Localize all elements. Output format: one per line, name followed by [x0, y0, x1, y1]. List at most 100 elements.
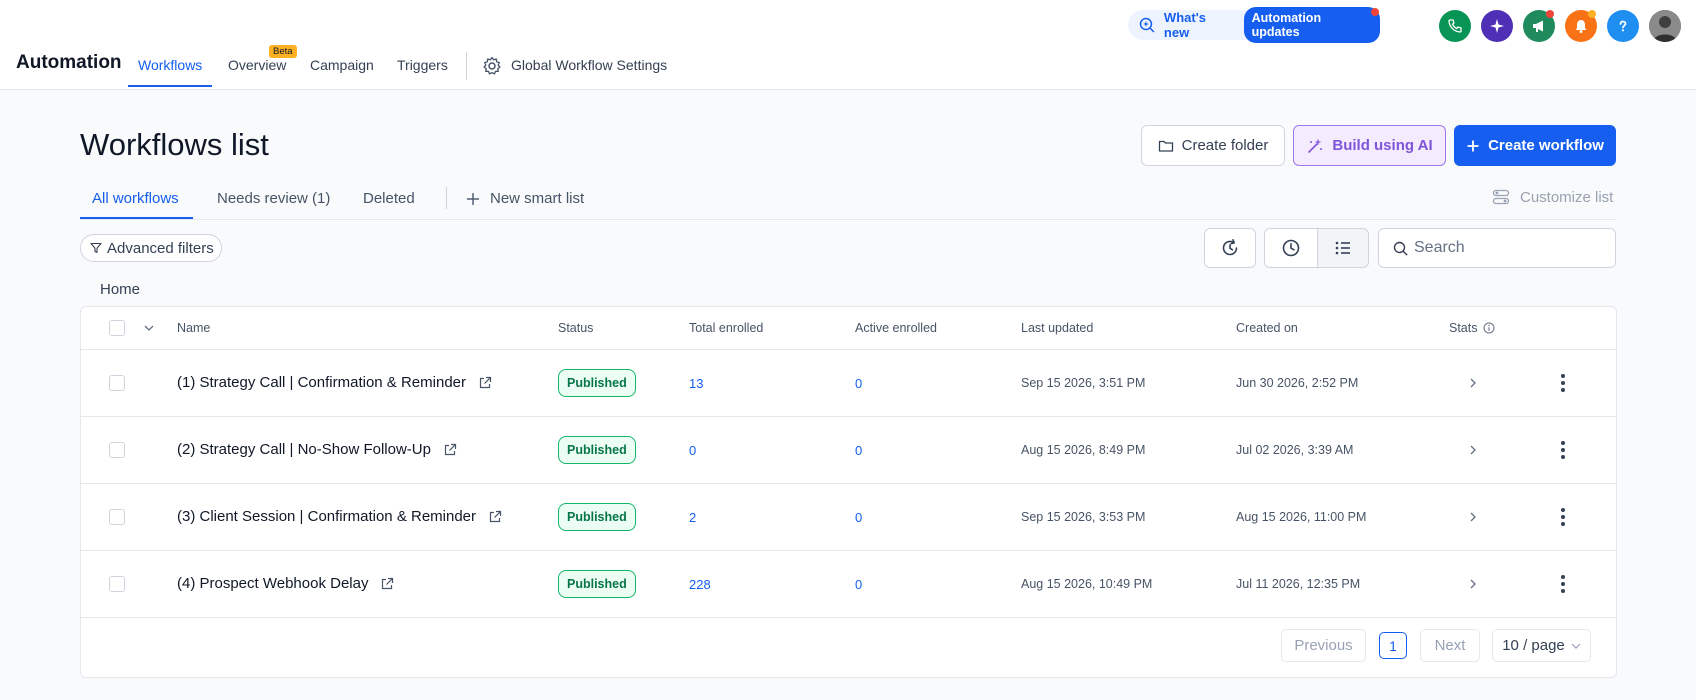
select-all-checkbox[interactable]: [109, 320, 125, 336]
tab-campaign[interactable]: Campaign: [310, 57, 374, 73]
external-link-icon[interactable]: [478, 376, 492, 390]
total-enrolled-link[interactable]: 2: [689, 510, 696, 525]
new-smart-list-button[interactable]: New smart list: [466, 190, 584, 207]
total-enrolled-link[interactable]: 0: [689, 443, 696, 458]
previous-page-button[interactable]: Previous: [1281, 629, 1366, 662]
customize-list-label: Customize list: [1520, 188, 1614, 206]
settings-gear[interactable]: [482, 56, 502, 76]
created-on: Jul 11 2026, 12:35 PM: [1236, 577, 1361, 591]
active-enrolled-link[interactable]: 0: [855, 577, 862, 592]
row-checkbox[interactable]: [109, 509, 125, 525]
table-row[interactable]: (4) Prospect Webhook Delay Published 228…: [81, 551, 1616, 618]
workflow-name-link[interactable]: (2) Strategy Call | No-Show Follow-Up: [177, 441, 457, 458]
created-on: Aug 15 2026, 11:00 PM: [1236, 510, 1367, 524]
whats-new-label[interactable]: What's new: [1164, 10, 1235, 40]
customize-list-button[interactable]: Customize list: [1492, 188, 1613, 206]
help-button[interactable]: [1607, 10, 1639, 42]
next-page-button[interactable]: Next: [1420, 629, 1480, 662]
tab-deleted[interactable]: Deleted: [363, 190, 415, 207]
workflow-name-link[interactable]: (3) Client Session | Confirmation & Remi…: [177, 508, 502, 525]
bulk-select-dropdown[interactable]: [144, 324, 154, 332]
tab-triggers[interactable]: Triggers: [397, 57, 448, 73]
column-stats-label: Stats: [1449, 321, 1478, 335]
row-menu-icon[interactable]: [1561, 508, 1565, 526]
search-input[interactable]: [1414, 239, 1604, 257]
stats-expand[interactable]: [1469, 578, 1477, 590]
advanced-filters-label: Advanced filters: [107, 239, 214, 257]
user-avatar-icon: [1649, 10, 1681, 42]
phone-icon: [1448, 19, 1462, 33]
create-workflow-label: Create workflow: [1488, 137, 1604, 154]
status-badge: Published: [558, 503, 636, 531]
external-link-icon[interactable]: [380, 577, 394, 591]
active-enrolled-link[interactable]: 0: [855, 376, 862, 391]
stats-expand[interactable]: [1469, 511, 1477, 523]
info-icon[interactable]: [1483, 322, 1495, 334]
recent-view-button[interactable]: [1264, 228, 1318, 268]
stats-expand[interactable]: [1469, 444, 1477, 456]
table-row[interactable]: (3) Client Session | Confirmation & Remi…: [81, 484, 1616, 551]
top-bar: What's new Automation updates Automation…: [0, 0, 1696, 90]
tab-all-workflows[interactable]: All workflows: [92, 190, 179, 207]
create-workflow-button[interactable]: Create workflow: [1454, 125, 1616, 166]
column-stats[interactable]: Stats: [1449, 321, 1495, 335]
total-enrolled-link[interactable]: 13: [689, 376, 703, 391]
search-box[interactable]: [1378, 228, 1616, 268]
created-on: Jun 30 2026, 2:52 PM: [1236, 376, 1359, 390]
breadcrumb-home[interactable]: Home: [100, 281, 140, 298]
column-status[interactable]: Status: [558, 321, 593, 335]
row-checkbox[interactable]: [109, 442, 125, 458]
stats-expand[interactable]: [1469, 377, 1477, 389]
tab-workflows[interactable]: Workflows: [138, 57, 202, 73]
last-updated: Aug 15 2026, 8:49 PM: [1021, 443, 1146, 457]
page-number-button[interactable]: 1: [1379, 632, 1407, 659]
plus-icon: [467, 192, 479, 205]
automation-updates-pill[interactable]: Automation updates: [1243, 7, 1380, 43]
announcement-dot: [1546, 10, 1554, 18]
page-size-select[interactable]: 10 / page: [1492, 629, 1591, 662]
column-created-on[interactable]: Created on: [1236, 321, 1298, 335]
chevron-right-icon: [1470, 512, 1476, 522]
total-enrolled-link[interactable]: 228: [689, 577, 711, 592]
search-icon: [1393, 241, 1408, 256]
tab-needs-review[interactable]: Needs review (1): [217, 190, 330, 207]
row-checkbox[interactable]: [109, 375, 125, 391]
workflow-name[interactable]: (2) Strategy Call | No-Show Follow-Up: [177, 441, 431, 458]
build-using-ai-button[interactable]: Build using AI: [1293, 125, 1446, 166]
gear-icon: [483, 56, 501, 75]
external-link-icon[interactable]: [488, 510, 502, 524]
avatar[interactable]: [1649, 10, 1681, 42]
megaphone-icon: [1533, 20, 1543, 32]
column-last-updated[interactable]: Last updated: [1021, 321, 1093, 335]
workflow-name[interactable]: (1) Strategy Call | Confirmation & Remin…: [177, 374, 466, 391]
row-checkbox[interactable]: [109, 576, 125, 592]
external-link-icon[interactable]: [443, 443, 457, 457]
chevron-down-icon: [1571, 643, 1581, 649]
nav-divider: [466, 52, 467, 80]
table-row[interactable]: (2) Strategy Call | No-Show Follow-Up Pu…: [81, 417, 1616, 484]
tab-overview[interactable]: Overview: [228, 57, 286, 73]
ai-assistant-button[interactable]: [1481, 10, 1513, 42]
row-menu-icon[interactable]: [1561, 441, 1565, 459]
active-enrolled-link[interactable]: 0: [855, 510, 862, 525]
active-enrolled-link[interactable]: 0: [855, 443, 862, 458]
notification-dot: [1371, 8, 1379, 16]
row-menu-icon[interactable]: [1561, 575, 1565, 593]
column-name[interactable]: Name: [177, 321, 210, 335]
global-workflow-settings-link[interactable]: Global Workflow Settings: [511, 57, 667, 73]
phone-button[interactable]: [1439, 10, 1471, 42]
create-folder-button[interactable]: Create folder: [1141, 125, 1285, 166]
whats-new-banner[interactable]: What's new Automation updates: [1128, 7, 1380, 43]
column-total-enrolled[interactable]: Total enrolled: [689, 321, 763, 335]
column-active-enrolled[interactable]: Active enrolled: [855, 321, 937, 335]
subtab-divider: [446, 187, 447, 209]
list-view-button[interactable]: [1317, 228, 1369, 268]
table-row[interactable]: (1) Strategy Call | Confirmation & Remin…: [81, 350, 1616, 417]
workflow-name-link[interactable]: (4) Prospect Webhook Delay: [177, 575, 394, 592]
advanced-filters-button[interactable]: Advanced filters: [80, 234, 222, 262]
workflow-name[interactable]: (4) Prospect Webhook Delay: [177, 575, 368, 592]
workflow-name[interactable]: (3) Client Session | Confirmation & Remi…: [177, 508, 476, 525]
history-button[interactable]: [1204, 228, 1256, 268]
row-menu-icon[interactable]: [1561, 374, 1565, 392]
workflow-name-link[interactable]: (1) Strategy Call | Confirmation & Remin…: [177, 374, 492, 391]
